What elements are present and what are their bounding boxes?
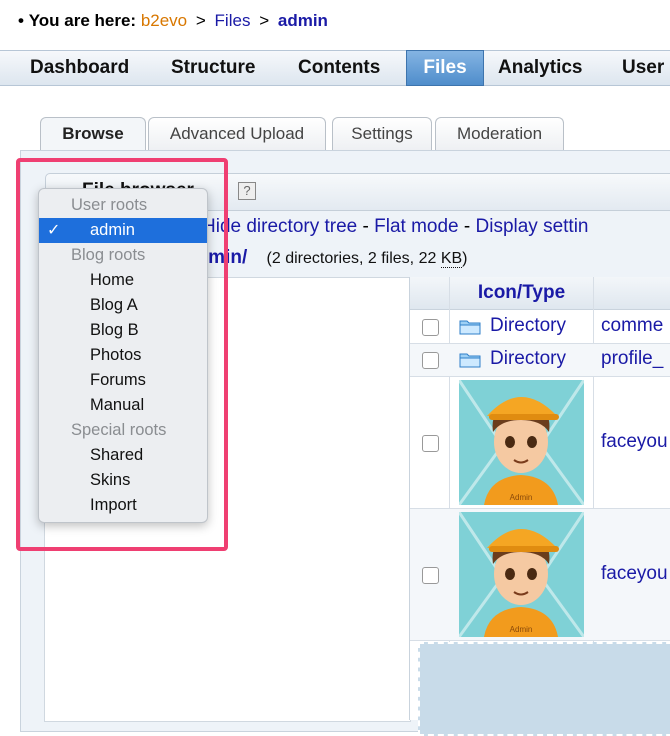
file-name[interactable]: faceyou [601,431,668,453]
highlight-box [16,158,228,551]
menu-structure[interactable]: Structure [171,51,255,85]
file-name[interactable]: comme [601,315,663,337]
avatar-thumbnail[interactable]: Admin [459,380,584,505]
breadcrumb-separator: > [259,11,270,30]
breadcrumb: • You are here: b2evo > Files > admin [18,11,328,31]
toolbar-separator: - [362,216,369,237]
path-info-prefix: (2 directories, 2 files, 22 [266,250,441,267]
row-checkbox[interactable] [422,319,439,336]
display-settings-link[interactable]: Display settin [476,216,589,237]
menu-contents[interactable]: Contents [298,51,380,85]
breadcrumb-label: You are here: [28,11,137,30]
avatar-thumbnail[interactable]: Admin [459,512,584,637]
table-row[interactable]: Directory profile_ [410,344,670,377]
breadcrumb-files-link[interactable]: Files [215,11,251,30]
kb-abbr: KB [440,250,463,268]
menu-files[interactable]: Files [406,50,484,86]
flat-mode-link[interactable]: Flat mode [374,216,458,237]
tab-moderation[interactable]: Moderation [435,117,564,150]
breadcrumb-separator: > [195,11,206,30]
toolbar-separator: - [463,216,471,237]
tab-advanced-upload[interactable]: Advanced Upload [148,117,326,150]
column-name[interactable] [594,277,670,310]
menu-analytics[interactable]: Analytics [498,51,582,85]
file-table: Icon/Type Directory comme Directory prof… [409,277,670,736]
breadcrumb-bullet: • [18,11,24,30]
file-type[interactable]: Directory [490,348,566,370]
tab-settings[interactable]: Settings [332,117,432,150]
row-checkbox[interactable] [422,567,439,584]
help-icon[interactable]: ? [238,182,256,200]
table-row[interactable]: Admin faceyou [410,509,670,641]
tab-browse[interactable]: Browse [40,117,146,152]
row-checkbox[interactable] [422,435,439,452]
row-checkbox[interactable] [422,352,439,369]
file-name[interactable]: faceyou [601,563,668,585]
avatar-badge: Admin [510,493,533,502]
breadcrumb-blog-link[interactable]: b2evo [141,11,187,30]
upload-drop-zone[interactable] [418,642,670,736]
path-info: (2 directories, 2 files, 22 KB) [266,250,468,268]
top-menu: Dashboard Structure Contents Files Analy… [0,50,670,86]
file-type[interactable]: Directory [490,315,566,337]
column-icon-type[interactable]: Icon/Type [450,277,594,310]
table-row[interactable]: Admin faceyou [410,377,670,509]
file-name[interactable]: profile_ [601,348,663,370]
browser-toolbar: Hide directory tree - Flat mode - Displa… [202,216,589,238]
folder-icon [459,320,481,335]
menu-users[interactable]: User [622,51,664,85]
folder-icon [459,353,481,368]
path-info-suffix: ) [462,250,468,267]
table-row[interactable]: Directory comme [410,310,670,344]
breadcrumb-current[interactable]: admin [278,11,328,30]
menu-dashboard[interactable]: Dashboard [30,51,129,85]
avatar-badge: Admin [510,625,533,634]
column-select [410,277,450,310]
